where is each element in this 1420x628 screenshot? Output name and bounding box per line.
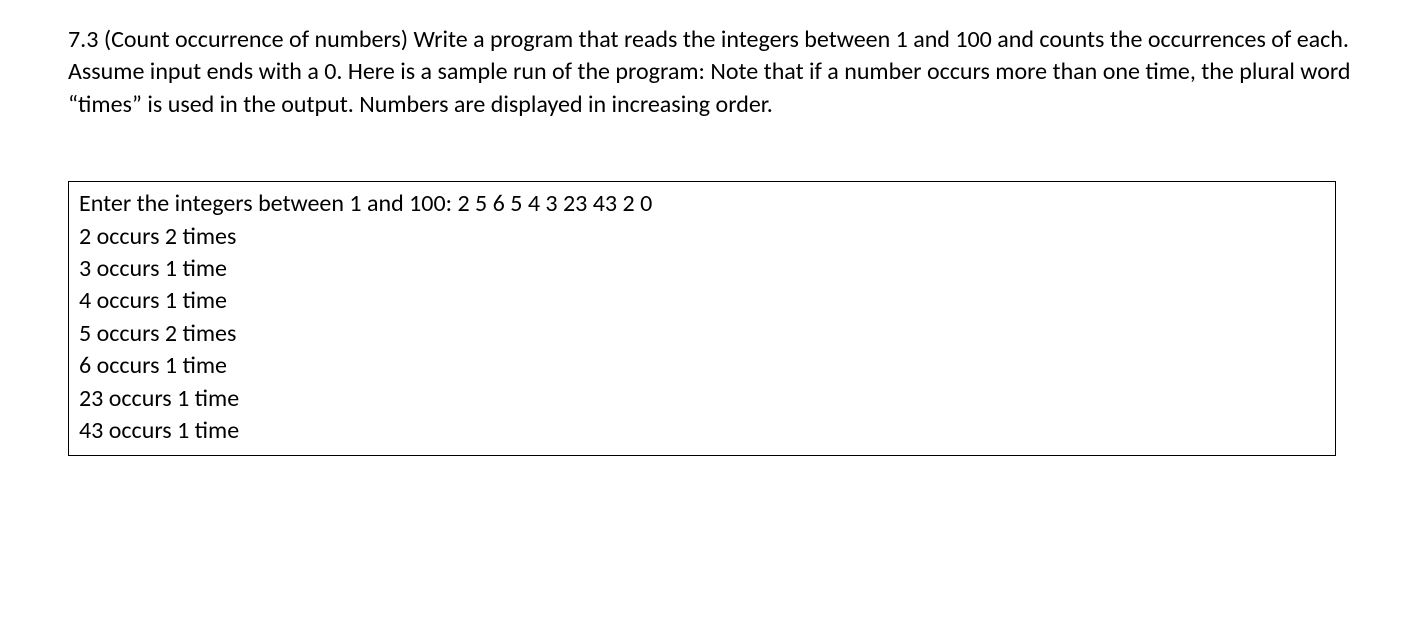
sample-line: Enter the integers between 1 and 100: 2 … xyxy=(79,188,1325,220)
document-page: 7.3 (Count occurrence of numbers) Write … xyxy=(0,0,1420,480)
sample-line: 23 occurs 1 time xyxy=(79,383,1325,415)
sample-run-box: Enter the integers between 1 and 100: 2 … xyxy=(68,181,1336,456)
sample-line: 3 occurs 1 time xyxy=(79,253,1325,285)
problem-statement: 7.3 (Count occurrence of numbers) Write … xyxy=(68,24,1352,121)
sample-line: 2 occurs 2 times xyxy=(79,221,1325,253)
sample-line: 6 occurs 1 time xyxy=(79,350,1325,382)
sample-line: 4 occurs 1 time xyxy=(79,285,1325,317)
sample-line: 43 occurs 1 time xyxy=(79,415,1325,447)
sample-line: 5 occurs 2 times xyxy=(79,318,1325,350)
